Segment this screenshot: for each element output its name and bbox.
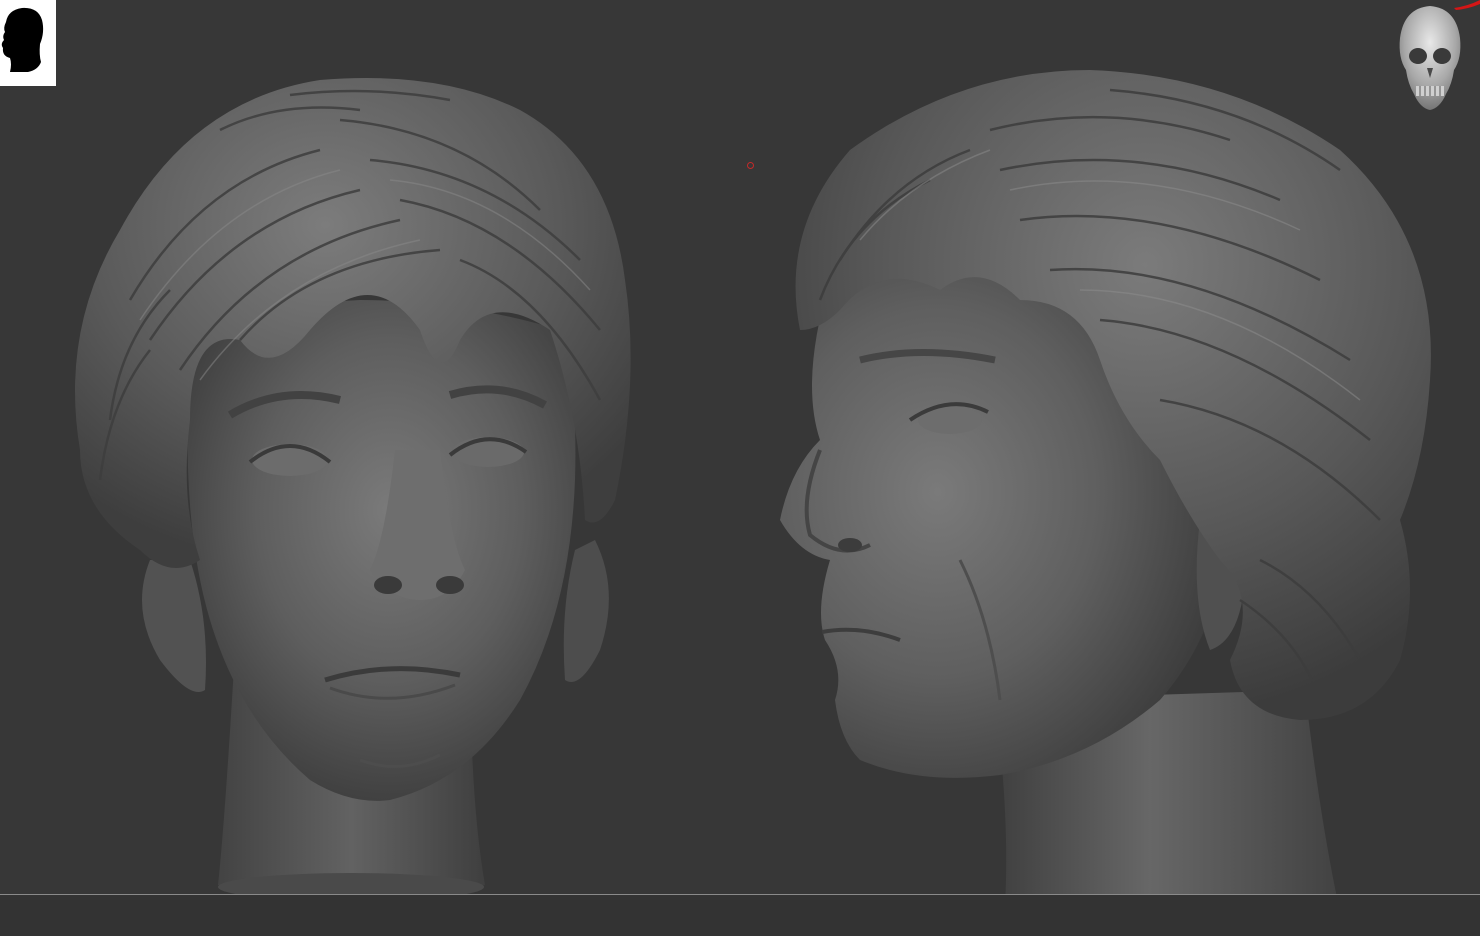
- sculpt-viewport[interactable]: [0, 0, 1480, 936]
- floor-plane: [0, 895, 1480, 936]
- skull-icon: [1399, 6, 1461, 110]
- sculpted-head-side-icon: [780, 70, 1431, 926]
- head-silhouette-thumbnail[interactable]: [0, 0, 56, 86]
- head-silhouette-icon: [1, 7, 44, 72]
- red-gizmo-arc: [1454, 0, 1480, 10]
- pivot-point-marker[interactable]: [747, 162, 754, 169]
- skull-thumbnail[interactable]: [1396, 4, 1464, 112]
- sculpted-head-front-icon: [75, 78, 631, 901]
